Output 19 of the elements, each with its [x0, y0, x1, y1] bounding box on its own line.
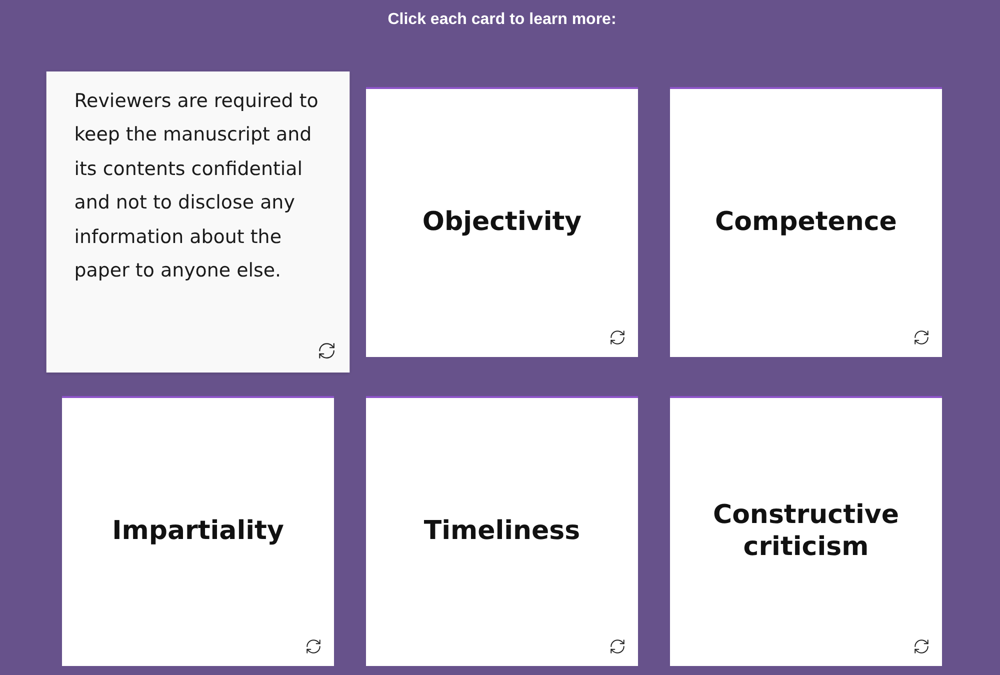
card-title: Constructive criticism	[712, 498, 900, 564]
card-title: Competence	[715, 206, 897, 238]
card-title: Impartiality	[112, 514, 284, 548]
refresh-icon	[317, 341, 336, 360]
card-title: Timeliness	[424, 514, 580, 548]
instruction-heading: Click each card to learn more:	[388, 11, 616, 29]
flip-card[interactable]: Timeliness	[366, 396, 638, 666]
flip-card[interactable]: Constructive criticism	[670, 396, 942, 666]
flip-card[interactable]: Reviewers are required to keep the manuscript and its contents confidential and not to disclose any information about the paper to anyone else.	[46, 71, 350, 373]
flip-card[interactable]: Objectivity	[366, 87, 638, 357]
refresh-icon	[609, 329, 626, 346]
refresh-icon	[609, 638, 626, 655]
card-title: Objectivity	[422, 206, 582, 238]
refresh-icon	[913, 638, 930, 655]
flip-card[interactable]: Competence	[670, 87, 942, 357]
card-description: Reviewers are required to keep the manuscript and its contents confidential and not to disclose any information about the paper to anyone else.	[74, 89, 320, 284]
flip-card[interactable]: Impartiality	[62, 396, 334, 666]
refresh-icon	[913, 329, 930, 346]
refresh-icon	[305, 638, 322, 655]
